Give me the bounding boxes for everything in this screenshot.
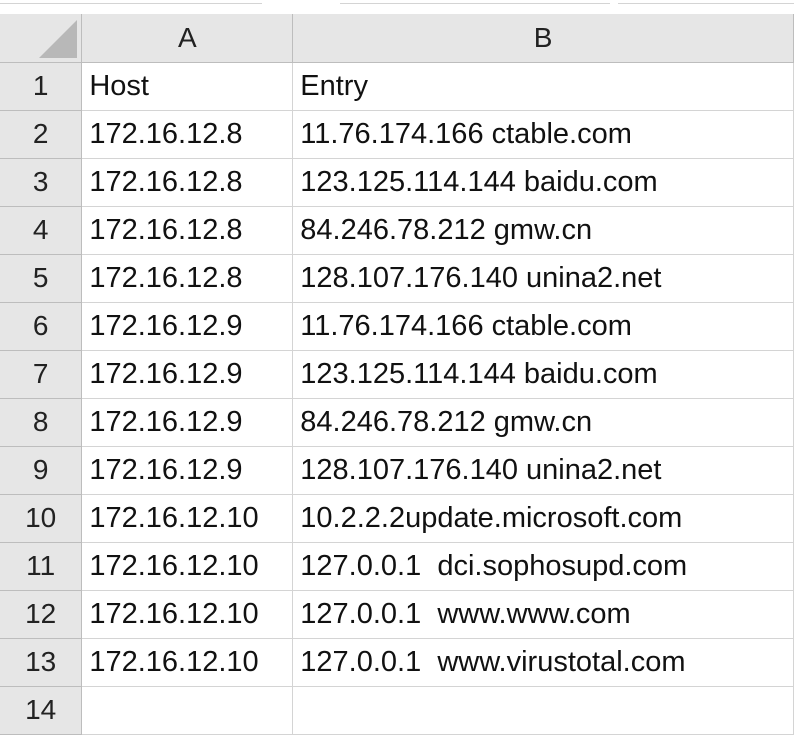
cell-a[interactable]: 172.16.12.9: [81, 302, 294, 351]
cell-a[interactable]: 172.16.12.10: [81, 638, 294, 687]
row-header[interactable]: 5: [0, 254, 83, 303]
table-row: 14: [0, 686, 794, 735]
cell-a[interactable]: 172.16.12.8: [81, 206, 294, 255]
cell-b[interactable]: 128.107.176.140 unina2.net: [292, 446, 794, 495]
cell-a[interactable]: 172.16.12.8: [81, 110, 294, 159]
toolbar-segment: [618, 0, 794, 4]
select-all-icon: [39, 19, 78, 58]
row-header[interactable]: 4: [0, 206, 83, 255]
cell-b[interactable]: 84.246.78.212 gmw.cn: [292, 206, 794, 255]
cell-b[interactable]: Entry: [292, 62, 794, 111]
table-row: 8 172.16.12.9 84.246.78.212 gmw.cn: [0, 398, 794, 447]
cell-a[interactable]: 172.16.12.10: [81, 542, 294, 591]
table-row: 3 172.16.12.8 123.125.114.144 baidu.com: [0, 158, 794, 207]
table-row: 1 Host Entry: [0, 62, 794, 111]
table-row: 4 172.16.12.8 84.246.78.212 gmw.cn: [0, 206, 794, 255]
table-row: 6 172.16.12.9 11.76.174.166 ctable.com: [0, 302, 794, 351]
cell-a[interactable]: [81, 686, 294, 735]
cell-b[interactable]: 10.2.2.2update.microsoft.com: [292, 494, 794, 543]
row-header[interactable]: 12: [0, 590, 83, 639]
cell-a[interactable]: 172.16.12.10: [81, 494, 294, 543]
cell-b[interactable]: 84.246.78.212 gmw.cn: [292, 398, 794, 447]
cell-b[interactable]: 11.76.174.166 ctable.com: [292, 110, 794, 159]
table-row: 13 172.16.12.10 127.0.0.1 www.virustotal.c…: [0, 638, 794, 687]
cell-b[interactable]: 127.0.0.1 www.www.com: [292, 590, 794, 639]
row-header[interactable]: 1: [0, 62, 83, 111]
table-row: 11 172.16.12.10 127.0.0.1 dci.sophosupd.co…: [0, 542, 794, 591]
cell-b[interactable]: 127.0.0.1 dci.sophosupd.com: [292, 542, 794, 591]
row-header[interactable]: 3: [0, 158, 83, 207]
cell-b[interactable]: 123.125.114.144 baidu.com: [292, 158, 794, 207]
table-row: 12 172.16.12.10 127.0.0.1 www.www.com: [0, 590, 794, 639]
cell-b[interactable]: 127.0.0.1 www.virustotal.com: [292, 638, 794, 687]
cell-a[interactable]: 172.16.12.9: [81, 350, 294, 399]
row-header[interactable]: 7: [0, 350, 83, 399]
cell-b[interactable]: [292, 686, 794, 735]
table-row: 10 172.16.12.10 10.2.2.2update.microsoft.c…: [0, 494, 794, 543]
row-header[interactable]: 11: [0, 542, 83, 591]
cell-b[interactable]: 128.107.176.140 unina2.net: [292, 254, 794, 303]
row-header[interactable]: 6: [0, 302, 83, 351]
row-header[interactable]: 8: [0, 398, 83, 447]
column-header-b[interactable]: B: [292, 14, 794, 63]
select-all-button[interactable]: [0, 14, 83, 63]
cell-a[interactable]: 172.16.12.9: [81, 446, 294, 495]
cell-a[interactable]: 172.16.12.10: [81, 590, 294, 639]
row-header[interactable]: 10: [0, 494, 83, 543]
table-row: 5 172.16.12.8 128.107.176.140 unina2.net: [0, 254, 794, 303]
top-strip: [0, 0, 794, 14]
row-header[interactable]: 2: [0, 110, 83, 159]
toolbar-segment: [340, 0, 610, 4]
row-header[interactable]: 13: [0, 638, 83, 687]
cell-b[interactable]: 11.76.174.166 ctable.com: [292, 302, 794, 351]
column-header-row: A B: [0, 14, 794, 63]
row-header[interactable]: 9: [0, 446, 83, 495]
table-row: 7 172.16.12.9 123.125.114.144 baidu.com: [0, 350, 794, 399]
toolbar-segment: [0, 0, 262, 4]
column-header-a[interactable]: A: [81, 14, 294, 63]
spreadsheet-grid: A B 1 Host Entry 2 172.16.12.8 11.76.174.166 …: [0, 14, 794, 735]
row-header[interactable]: 14: [0, 686, 83, 735]
cell-a[interactable]: Host: [81, 62, 294, 111]
cell-a[interactable]: 172.16.12.8: [81, 158, 294, 207]
cell-a[interactable]: 172.16.12.9: [81, 398, 294, 447]
table-row: 9 172.16.12.9 128.107.176.140 unina2.net: [0, 446, 794, 495]
cell-b[interactable]: 123.125.114.144 baidu.com: [292, 350, 794, 399]
cell-a[interactable]: 172.16.12.8: [81, 254, 294, 303]
table-row: 2 172.16.12.8 11.76.174.166 ctable.com: [0, 110, 794, 159]
